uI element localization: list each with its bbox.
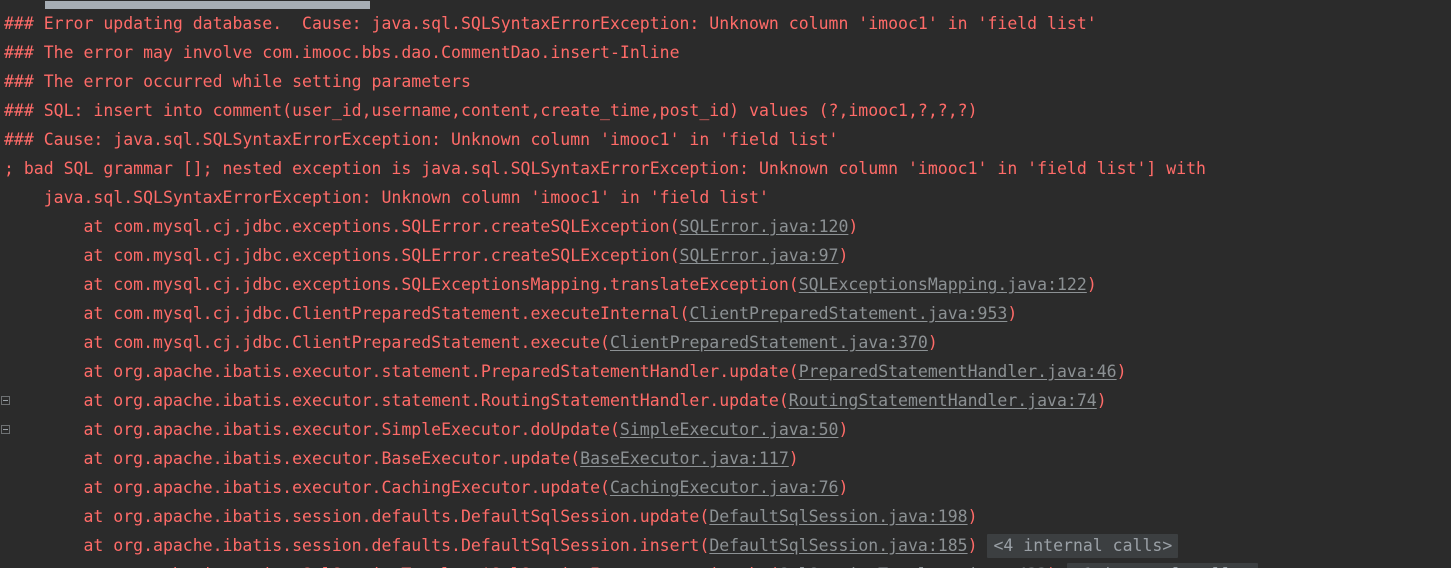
source-file-link[interactable]: SQLExceptionsMapping.java:122: [799, 275, 1087, 294]
stacktrace-text: at com.mysql.cj.jdbc.exceptions.SQLError…: [4, 246, 680, 265]
stacktrace-text: java.sql.SQLSyntaxErrorException: Unknow…: [4, 188, 769, 207]
stacktrace-text: ): [967, 507, 978, 526]
stacktrace-text: ): [788, 449, 799, 468]
console-line: at org.apache.ibatis.executor.CachingExe…: [0, 473, 1451, 502]
console-line: at com.mysql.cj.jdbc.ClientPreparedState…: [0, 328, 1451, 357]
source-file-link[interactable]: DefaultSqlSession.java:185: [709, 536, 967, 555]
console-line: java.sql.SQLSyntaxErrorException: Unknow…: [0, 183, 1451, 212]
internal-calls-badge: <4 internal calls>: [987, 534, 1179, 558]
stacktrace-text: ; bad SQL grammar []; nested exception i…: [4, 159, 1206, 178]
horizontal-scrollbar-track[interactable]: [0, 0, 1451, 9]
source-file-link[interactable]: RoutingStatementHandler.java:74: [789, 391, 1097, 410]
stacktrace-text: at org.apache.ibatis.executor.statement.…: [4, 391, 789, 410]
console-line: at org.apache.ibatis.session.defaults.De…: [0, 531, 1451, 560]
console-line: at org.apache.ibatis.executor.statement.…: [0, 357, 1451, 386]
stacktrace-text: at org.apache.ibatis.executor.statement.…: [4, 362, 799, 381]
stacktrace-text: ): [838, 420, 849, 439]
stacktrace-text: ): [838, 246, 849, 265]
stacktrace-text: ### The error occurred while setting par…: [4, 72, 471, 91]
console-line: at org.apache.ibatis.executor.BaseExecut…: [0, 444, 1451, 473]
source-file-link[interactable]: SimpleExecutor.java:50: [620, 420, 839, 439]
console-line: at com.mysql.cj.jdbc.exceptions.SQLError…: [0, 241, 1451, 270]
console-output-text[interactable]: ### Error updating database. Cause: java…: [0, 9, 1451, 568]
source-file-link[interactable]: PreparedStatementHandler.java:46: [799, 362, 1117, 381]
stacktrace-text: at org.apache.ibatis.session.defaults.De…: [4, 536, 710, 555]
internal-calls-badge: <1 internal calls>: [1066, 563, 1258, 568]
stacktrace-text: ): [1086, 275, 1097, 294]
console-line: ; bad SQL grammar []; nested exception i…: [0, 154, 1451, 183]
console-line: at org.apache.ibatis.session.defaults.De…: [0, 502, 1451, 531]
stacktrace-text: ): [1116, 362, 1127, 381]
stacktrace-text: at org.apache.ibatis.session.defaults.De…: [4, 507, 710, 526]
stacktrace-text: at org.apache.ibatis.executor.SimpleExec…: [4, 420, 620, 439]
stacktrace-text: ): [967, 536, 978, 555]
stacktrace-text: ### SQL: insert into comment(user_id,use…: [4, 101, 978, 120]
stacktrace-text: ### Cause: java.sql.SQLSyntaxErrorExcept…: [4, 130, 839, 149]
stacktrace-text: at org.apache.ibatis.executor.BaseExecut…: [4, 449, 581, 468]
stacktrace-text: ): [927, 333, 938, 352]
console-line: ### Error updating database. Cause: java…: [0, 9, 1451, 38]
source-file-link[interactable]: ClientPreparedStatement.java:370: [610, 333, 928, 352]
stacktrace-text: ): [1007, 304, 1018, 323]
console-line: ### The error occurred while setting par…: [0, 67, 1451, 96]
stacktrace-text: ): [838, 478, 849, 497]
source-file-link[interactable]: SQLError.java:120: [680, 217, 849, 236]
source-file-link[interactable]: DefaultSqlSession.java:198: [709, 507, 967, 526]
source-file-link[interactable]: SQLError.java:97: [680, 246, 839, 265]
stacktrace-text: at com.mysql.cj.jdbc.ClientPreparedState…: [4, 333, 610, 352]
stacktrace-text: ### Error updating database. Cause: java…: [4, 14, 1097, 33]
stacktrace-text: at com.mysql.cj.jdbc.ClientPreparedState…: [4, 304, 690, 323]
source-file-link[interactable]: BaseExecutor.java:117: [580, 449, 789, 468]
console-line: at com.mysql.cj.jdbc.exceptions.SQLError…: [0, 212, 1451, 241]
stacktrace-text: ### The error may involve com.imooc.bbs.…: [4, 43, 680, 62]
console-line: at com.mysql.cj.jdbc.exceptions.SQLExcep…: [0, 270, 1451, 299]
run-console-panel[interactable]: ### Error updating database. Cause: java…: [0, 0, 1451, 568]
console-line: ### The error may involve com.imooc.bbs.…: [0, 38, 1451, 67]
stacktrace-text: at com.mysql.cj.jdbc.exceptions.SQLError…: [4, 217, 680, 236]
console-line: at com.mysql.cj.jdbc.ClientPreparedState…: [0, 299, 1451, 328]
console-line: ### SQL: insert into comment(user_id,use…: [0, 96, 1451, 125]
console-line: at org.apache.ibatis.executor.statement.…: [0, 386, 1451, 415]
source-file-link[interactable]: CachingExecutor.java:76: [610, 478, 838, 497]
horizontal-scrollbar-thumb[interactable]: [45, 1, 370, 9]
console-line: ### Cause: java.sql.SQLSyntaxErrorExcept…: [0, 125, 1451, 154]
stacktrace-text: at com.mysql.cj.jdbc.exceptions.SQLExcep…: [4, 275, 799, 294]
stacktrace-text: ): [848, 217, 859, 236]
stacktrace-text: ): [1096, 391, 1107, 410]
console-line: at org.mybatis.spring.SqlSessionTemplate…: [0, 560, 1451, 568]
stacktrace-text: at org.apache.ibatis.executor.CachingExe…: [4, 478, 610, 497]
console-line: at org.apache.ibatis.executor.SimpleExec…: [0, 415, 1451, 444]
source-file-link[interactable]: ClientPreparedStatement.java:953: [689, 304, 1007, 323]
